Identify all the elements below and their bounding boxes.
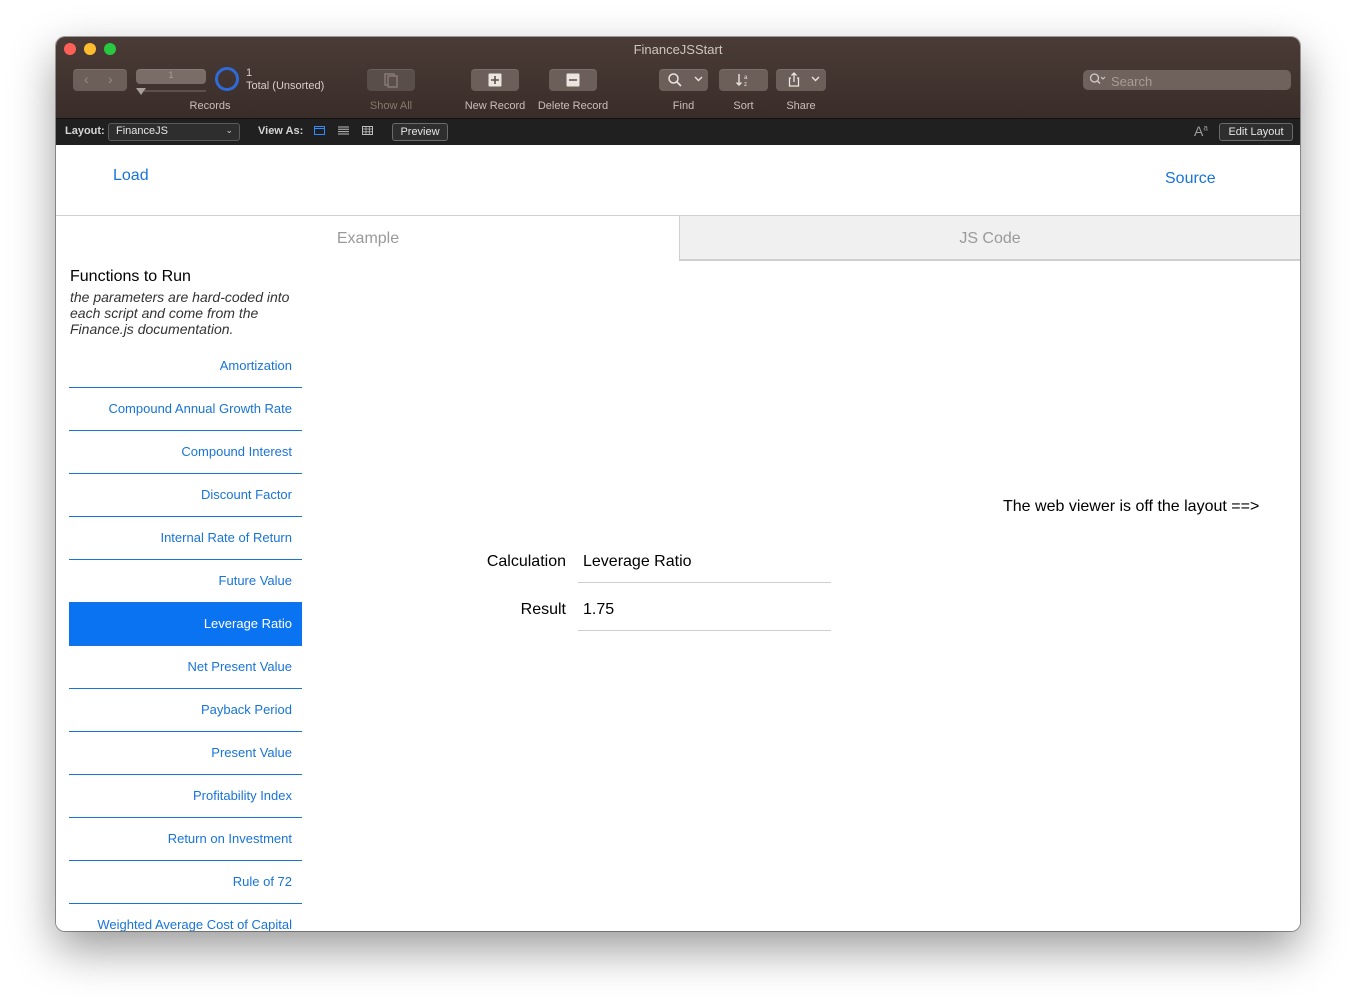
function-button-label: Future Value [218, 573, 292, 588]
found-status: Total (Unsorted) [246, 80, 325, 92]
record-number: 1 [168, 70, 174, 80]
function-button-profitability-index[interactable]: Profitability Index [69, 775, 302, 818]
load-button[interactable]: Load [113, 167, 149, 185]
preview-button[interactable]: Preview [392, 123, 448, 141]
magnifier-icon [668, 73, 682, 87]
function-button-cagr[interactable]: Compound Annual Growth Rate [69, 388, 302, 431]
record-number-field[interactable]: 1 [136, 69, 206, 84]
view-as-label: View As: [258, 125, 304, 137]
tab-example[interactable]: Example [56, 215, 680, 260]
share-label: Share [786, 100, 816, 112]
find-button[interactable] [659, 69, 708, 91]
function-button-label: Compound Interest [181, 444, 292, 459]
function-button-label: Net Present Value [187, 659, 292, 674]
form-view-icon[interactable] [314, 126, 325, 135]
search-input[interactable] [1109, 71, 1288, 91]
function-button-irr[interactable]: Internal Rate of Return [69, 517, 302, 560]
title-toolbar: FinanceJSStart ‹ › 1 Records 1 Total (Un… [56, 37, 1300, 118]
function-button-npv[interactable]: Net Present Value [69, 646, 302, 689]
function-button-wacc[interactable]: Weighted Average Cost of Capital [69, 904, 302, 931]
show-all-icon [384, 73, 398, 88]
app-window: FinanceJSStart ‹ › 1 Records 1 Total (Un… [56, 37, 1300, 931]
layout-label: Layout: [65, 125, 105, 137]
layout-select-value: FinanceJS [116, 125, 168, 137]
text-format-icon[interactable]: Aa [1194, 123, 1208, 139]
function-button-compound-interest[interactable]: Compound Interest [69, 431, 302, 474]
functions-subtitle: the parameters are hard-coded into each … [70, 289, 290, 337]
function-button-rule-of-72[interactable]: Rule of 72 [69, 861, 302, 904]
function-button-label: Weighted Average Cost of Capital [97, 917, 292, 931]
function-button-future-value[interactable]: Future Value [69, 560, 302, 603]
chevron-down-icon: ⌄ [225, 125, 233, 135]
function-button-amortization[interactable]: Amortization [69, 345, 302, 388]
show-all-button[interactable] [367, 69, 415, 91]
edit-layout-button[interactable]: Edit Layout [1219, 123, 1293, 141]
sort-az-icon: a z [736, 74, 748, 88]
record-slider-track[interactable] [144, 90, 206, 92]
find-label: Find [672, 100, 695, 112]
new-record-button[interactable] [471, 69, 519, 91]
function-button-label: Profitability Index [193, 788, 292, 803]
function-button-label: Payback Period [200, 702, 292, 717]
sort-button[interactable]: a z [719, 69, 768, 91]
function-button-label: Discount Factor [200, 487, 292, 502]
new-record-label: New Record [464, 100, 526, 112]
function-button-label: Return on Investment [167, 831, 292, 846]
function-button-discount-factor[interactable]: Discount Factor [69, 474, 302, 517]
functions-heading: Functions to Run [70, 268, 191, 285]
calculation-field[interactable]: Leverage Ratio [583, 553, 692, 571]
records-label: Records [189, 100, 231, 112]
list-view-icon[interactable] [338, 126, 349, 135]
function-button-label: Internal Rate of Return [160, 530, 292, 545]
plus-square-icon [488, 73, 502, 87]
function-button-label: Leverage Ratio [203, 616, 292, 631]
chevron-left-icon[interactable]: ‹ [84, 71, 89, 87]
layout-bar: Layout: FinanceJS ⌄ View As: Preview Aa … [56, 118, 1300, 146]
sort-label: Sort [733, 100, 754, 112]
tab-divider [679, 260, 1300, 261]
result-field-underline [578, 630, 831, 631]
function-button-label: Present Value [211, 745, 292, 760]
tab-js-code[interactable]: JS Code [679, 215, 1300, 260]
function-button-roi[interactable]: Return on Investment [69, 818, 302, 861]
window-title: FinanceJSStart [633, 42, 723, 57]
functions-list: Amortization Compound Annual Growth Rate… [69, 345, 302, 931]
result-field[interactable]: 1.75 [583, 601, 614, 619]
layout-content: Load Source Example JS Code Functions to… [56, 145, 1300, 931]
record-nav-buttons[interactable]: ‹ › [73, 69, 127, 91]
delete-record-button[interactable] [549, 69, 597, 91]
function-button-present-value[interactable]: Present Value [69, 732, 302, 775]
svg-text:a: a [744, 75, 748, 81]
found-set-pie-icon [215, 67, 239, 91]
found-count: 1 [246, 67, 253, 79]
search-icon [1089, 73, 1106, 84]
function-button-label: Amortization [219, 358, 292, 373]
function-button-label: Rule of 72 [232, 874, 292, 889]
web-viewer-note: The web viewer is off the layout ==> [1003, 498, 1260, 515]
record-slider-handle[interactable] [136, 88, 146, 95]
source-button[interactable]: Source [1165, 170, 1216, 188]
quick-find-search[interactable] [1083, 70, 1291, 91]
table-view-icon[interactable] [362, 126, 373, 135]
svg-text:z: z [744, 82, 747, 88]
share-icon [788, 72, 800, 87]
function-button-leverage-ratio[interactable]: Leverage Ratio [69, 603, 302, 646]
result-label: Result [520, 601, 566, 618]
calculation-field-underline [578, 582, 831, 583]
function-button-payback-period[interactable]: Payback Period [69, 689, 302, 732]
calculation-label: Calculation [486, 553, 566, 570]
show-all-label: Show All [369, 100, 413, 112]
delete-record-label: Delete Record [537, 100, 609, 112]
chevron-right-icon[interactable]: › [108, 71, 113, 87]
tab-control: Example JS Code [56, 215, 1300, 261]
chevron-down-icon [694, 76, 703, 82]
function-button-label: Compound Annual Growth Rate [108, 401, 292, 416]
chevron-down-icon [811, 76, 820, 82]
minus-square-icon [566, 73, 580, 87]
share-button[interactable] [776, 69, 826, 91]
layout-select[interactable]: FinanceJS ⌄ [108, 123, 240, 141]
